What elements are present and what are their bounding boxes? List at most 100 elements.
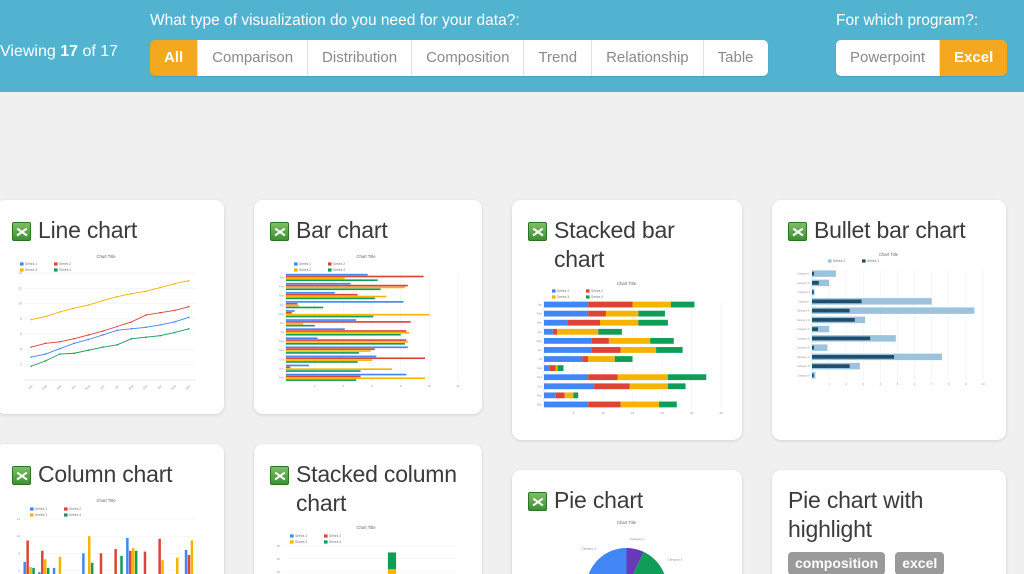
card-title: Pie chart with highlight bbox=[788, 487, 924, 542]
viewing-prefix: Viewing bbox=[0, 43, 56, 60]
card-title: Stacked bar chart bbox=[554, 217, 675, 272]
svg-text:8: 8 bbox=[948, 382, 950, 386]
svg-text:Oct: Oct bbox=[156, 384, 162, 390]
filter-all[interactable]: All bbox=[150, 40, 199, 76]
card-title: Column chart bbox=[38, 461, 173, 487]
svg-text:Category I: Category I bbox=[798, 299, 810, 303]
card-title: Pie chart bbox=[554, 487, 643, 513]
svg-text:Category H: Category H bbox=[797, 309, 810, 313]
svg-text:Series 4: Series 4 bbox=[69, 513, 81, 517]
svg-text:Feb: Feb bbox=[279, 285, 284, 289]
svg-text:Jan: Jan bbox=[27, 384, 34, 391]
chart-card[interactable]: Bullet bar chart Chart Title Series 2 Serie… bbox=[772, 200, 1006, 440]
excel-icon bbox=[528, 492, 547, 511]
svg-text:Series 3: Series 3 bbox=[299, 268, 311, 272]
visualization-question-label: What type of visualization do you need f… bbox=[150, 12, 520, 29]
svg-text:Aug: Aug bbox=[279, 339, 285, 343]
viewing-count: Viewing 17 of 17 bbox=[0, 43, 118, 61]
svg-text:Chart Title: Chart Title bbox=[96, 254, 116, 259]
excel-icon bbox=[270, 222, 289, 241]
filter-distribution[interactable]: Distribution bbox=[308, 40, 413, 76]
svg-text:Chart Title: Chart Title bbox=[356, 254, 376, 259]
chart-card[interactable]: Pie chart Chart Title Category 1 Category 2… bbox=[512, 470, 742, 574]
chart-card[interactable]: Pie chart with highlight composition excel bbox=[772, 470, 1006, 574]
svg-text:25: 25 bbox=[690, 411, 694, 415]
svg-text:Series 2: Series 2 bbox=[333, 262, 345, 266]
chart-card[interactable]: Stacked bar chart Chart Title Series 1 Seri… bbox=[512, 200, 742, 440]
svg-text:10: 10 bbox=[601, 411, 605, 415]
svg-text:10: 10 bbox=[428, 384, 432, 388]
svg-text:Chart Title: Chart Title bbox=[96, 498, 116, 503]
svg-text:May: May bbox=[537, 339, 543, 343]
svg-text:Jul: Jul bbox=[538, 357, 542, 361]
svg-text:2: 2 bbox=[20, 363, 22, 367]
chart-card[interactable]: Column chart Chart Title Series 1 Series 2 S… bbox=[0, 444, 224, 574]
svg-text:30: 30 bbox=[277, 570, 281, 574]
svg-text:Nov: Nov bbox=[170, 384, 177, 391]
svg-text:Category E: Category E bbox=[797, 336, 810, 340]
svg-text:Category 1: Category 1 bbox=[630, 537, 645, 541]
svg-text:9: 9 bbox=[965, 382, 967, 386]
svg-text:8: 8 bbox=[400, 384, 402, 388]
filter-comparison[interactable]: Comparison bbox=[198, 40, 309, 76]
svg-text:Chart Title: Chart Title bbox=[617, 520, 637, 525]
svg-text:Category L: Category L bbox=[797, 272, 810, 276]
tag-excel[interactable]: excel bbox=[895, 552, 945, 574]
svg-text:Series 2: Series 2 bbox=[591, 289, 603, 293]
svg-text:Category 5: Category 5 bbox=[581, 546, 596, 550]
svg-text:Category C: Category C bbox=[797, 355, 810, 359]
svg-text:Mar: Mar bbox=[537, 321, 542, 325]
svg-text:7: 7 bbox=[931, 382, 933, 386]
chart-card[interactable]: Line chart Chart Title Series 1 Series 2 Ser… bbox=[0, 200, 224, 414]
chart-card-grid: Line chart Chart Title Series 1 Series 2 Ser… bbox=[0, 92, 1024, 574]
card-header: Pie chart with highlight bbox=[772, 470, 1006, 544]
card-header: Bullet bar chart bbox=[772, 200, 1006, 245]
program-excel[interactable]: Excel bbox=[940, 40, 1008, 76]
svg-text:10: 10 bbox=[18, 302, 22, 306]
excel-icon bbox=[270, 466, 289, 485]
svg-text:Category D: Category D bbox=[797, 346, 810, 350]
svg-text:12: 12 bbox=[17, 517, 21, 521]
svg-text:5: 5 bbox=[897, 382, 899, 386]
card-header: Line chart bbox=[0, 200, 224, 245]
svg-text:Series 4: Series 4 bbox=[333, 268, 345, 272]
svg-text:8: 8 bbox=[18, 551, 20, 555]
chart-thumbnail: Chart Title Category 1 Category 2 Category … bbox=[524, 517, 742, 574]
svg-text:Chart Title: Chart Title bbox=[879, 252, 899, 257]
svg-text:Jul: Jul bbox=[114, 384, 120, 390]
card-title: Stacked column chart bbox=[296, 461, 457, 516]
filter-table[interactable]: Table bbox=[703, 40, 768, 76]
filter-composition[interactable]: Composition bbox=[412, 40, 525, 76]
svg-text:Series 2: Series 2 bbox=[69, 507, 81, 511]
visualization-filter-group[interactable]: All Comparison Distribution Composition Tren… bbox=[150, 40, 768, 76]
chart-card[interactable]: Bar chart Chart Title Series 1 Series 2 Seri… bbox=[254, 200, 482, 414]
filter-trend[interactable]: Trend bbox=[524, 40, 593, 76]
svg-text:Feb: Feb bbox=[41, 384, 48, 391]
tag-composition[interactable]: composition bbox=[788, 552, 886, 574]
program-filter-group[interactable]: Powerpoint Excel bbox=[836, 40, 1008, 76]
svg-text:Series 2: Series 2 bbox=[59, 262, 71, 266]
svg-text:20: 20 bbox=[660, 411, 664, 415]
svg-text:30: 30 bbox=[719, 411, 723, 415]
svg-text:Series 2: Series 2 bbox=[329, 534, 341, 538]
svg-text:14: 14 bbox=[18, 271, 22, 275]
svg-text:10: 10 bbox=[17, 534, 21, 538]
svg-text:Nov: Nov bbox=[279, 366, 285, 370]
svg-text:Series 3: Series 3 bbox=[35, 513, 47, 517]
card-header: Stacked bar chart bbox=[512, 200, 742, 274]
svg-text:Mar: Mar bbox=[56, 384, 63, 391]
svg-text:Series 1: Series 1 bbox=[867, 259, 879, 263]
excel-icon bbox=[12, 222, 31, 241]
svg-text:Apr: Apr bbox=[538, 330, 543, 334]
card-header: Column chart bbox=[0, 444, 224, 489]
svg-text:1: 1 bbox=[828, 382, 830, 386]
svg-text:12: 12 bbox=[456, 384, 460, 388]
filter-relationship[interactable]: Relationship bbox=[592, 40, 704, 76]
program-powerpoint[interactable]: Powerpoint bbox=[836, 40, 941, 76]
svg-text:Jun: Jun bbox=[537, 348, 542, 352]
svg-text:Series 4: Series 4 bbox=[591, 295, 603, 299]
svg-text:Jul: Jul bbox=[280, 330, 284, 334]
svg-text:3: 3 bbox=[862, 382, 864, 386]
svg-text:Sep: Sep bbox=[142, 384, 149, 391]
chart-card[interactable]: Stacked column chart Chart Title Series 1 S… bbox=[254, 444, 482, 574]
